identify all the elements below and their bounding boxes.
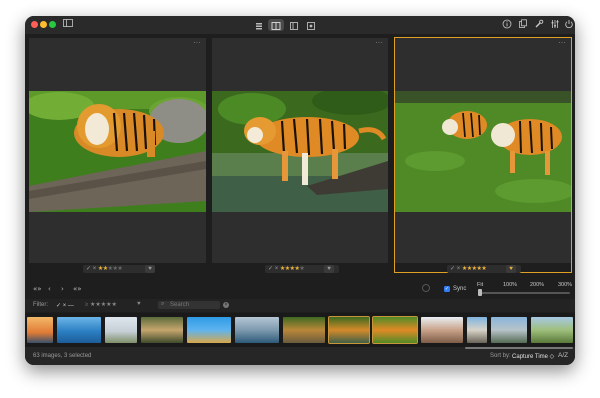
thumbnail[interactable] — [141, 317, 183, 343]
panel-menu-icon[interactable]: ··· — [375, 39, 383, 47]
compare-view-button[interactable] — [268, 19, 284, 31]
thumbnail[interactable] — [491, 317, 527, 343]
prev-button[interactable]: ‹ — [48, 285, 51, 293]
thumbnail[interactable] — [421, 317, 463, 343]
tiger-in-water-photo[interactable] — [212, 91, 388, 212]
thumbnail[interactable] — [57, 317, 101, 343]
sync-indicator-icon — [422, 284, 430, 292]
info-icon[interactable] — [501, 19, 512, 30]
panel-3-heart-icon[interactable]: ♥ — [506, 265, 516, 273]
panel-2-heart-icon[interactable]: ♥ — [324, 265, 334, 273]
thumbnail[interactable] — [27, 317, 53, 343]
zoom-window-button[interactable] — [49, 21, 56, 28]
zoom-slider-thumb[interactable] — [478, 289, 482, 296]
selected-panel-highlight — [394, 37, 572, 273]
panel-3-flags[interactable]: ✓ × — [450, 266, 460, 272]
next-button[interactable]: › — [61, 285, 64, 293]
zoom-fit-label[interactable]: Fit — [477, 282, 483, 288]
thumbnail[interactable] — [283, 317, 325, 343]
sort-label: Sort by: — [490, 353, 511, 359]
panel-2-flags[interactable]: ✓ × — [268, 266, 278, 272]
image-count-status: 63 images, 3 selected — [33, 353, 92, 359]
zoom-200-label[interactable]: 200% — [530, 282, 544, 288]
panel-2-rating-bar: ✓ × ★★★★★ ♥ — [265, 265, 339, 273]
sort-direction-button[interactable]: A/Z — [558, 352, 568, 359]
search-field[interactable]: ⌕ Search — [158, 301, 220, 309]
thumbnail[interactable] — [531, 317, 573, 343]
single-view-button[interactable] — [288, 19, 300, 31]
panel-1-heart-icon[interactable]: ♥ — [145, 265, 155, 273]
filmstrip — [25, 313, 575, 347]
filter-label: Filter: — [33, 302, 48, 308]
thumbnail[interactable] — [187, 317, 231, 343]
sidebar-toggle-icon[interactable] — [62, 19, 73, 30]
zoom-100-label[interactable]: 100% — [503, 282, 517, 288]
power-icon[interactable] — [563, 19, 574, 30]
clear-filter-icon[interactable]: × — [223, 302, 229, 308]
share-icon[interactable] — [517, 19, 528, 30]
last-button[interactable]: «» — [73, 285, 82, 293]
panel-1-stars[interactable]: ★★★★★ — [98, 266, 123, 272]
compare-panel-2[interactable]: ··· — [212, 38, 388, 263]
sync-checkbox[interactable]: ✓ — [444, 286, 450, 292]
thumbnail[interactable] — [467, 317, 487, 343]
app-window: ··· ✓ × ★★★★★ ♥ ··· ✓ × ★★★★★ ♥ ··· ✓ × … — [25, 16, 575, 365]
search-icon: ⌕ — [161, 301, 165, 307]
detail-view-button[interactable] — [305, 19, 317, 31]
compare-view-icon — [271, 22, 281, 30]
minimize-window-button[interactable] — [40, 21, 47, 28]
panel-1-rating-bar: ✓ × ★★★★★ ♥ — [83, 265, 155, 273]
filter-stars[interactable]: ≥ ★★★★★ — [85, 301, 117, 308]
sync-label: Sync — [453, 286, 467, 292]
status-bar: 63 images, 3 selected Sort by: Capture T… — [25, 347, 575, 365]
first-button[interactable]: «» — [33, 285, 42, 293]
thumbnail-selected[interactable] — [328, 316, 370, 344]
single-view-icon — [290, 22, 298, 30]
close-window-button[interactable] — [31, 21, 38, 28]
adjust-icon[interactable] — [549, 19, 560, 30]
search-placeholder: Search — [170, 302, 190, 308]
filter-flags[interactable]: ✓ × — — [56, 302, 74, 309]
grid-view-icon — [256, 23, 262, 30]
thumbnail-selected[interactable] — [372, 316, 418, 344]
zoom-slider-track[interactable] — [480, 292, 570, 294]
tiger-on-log-photo[interactable] — [29, 91, 206, 212]
panel-3-stars[interactable]: ★★★★★ — [462, 266, 487, 272]
panel-2-stars[interactable]: ★★★★★ — [280, 266, 305, 272]
panel-menu-icon[interactable]: ··· — [193, 39, 201, 47]
titlebar — [25, 16, 575, 34]
thumbnail[interactable] — [105, 317, 137, 343]
filter-bar: Filter: ✓ × — ≥ ★★★★★ ♥ ⌕ Search × — [25, 299, 575, 312]
tools-icon[interactable] — [533, 19, 544, 30]
detail-view-icon — [307, 22, 315, 30]
compare-panel-1[interactable]: ··· — [29, 38, 206, 263]
sort-select[interactable]: Capture Time ◇ — [512, 353, 554, 360]
zoom-300-label[interactable]: 300% — [558, 282, 572, 288]
panel-3-rating-bar: ✓ × ★★★★★ ♥ — [447, 265, 521, 273]
filmstrip-scrollbar[interactable] — [465, 347, 573, 349]
filter-heart-icon[interactable]: ♥ — [137, 301, 141, 307]
panel-1-flags[interactable]: ✓ × — [86, 266, 96, 272]
thumbnail[interactable] — [235, 317, 279, 343]
grid-view-button[interactable] — [253, 19, 265, 31]
